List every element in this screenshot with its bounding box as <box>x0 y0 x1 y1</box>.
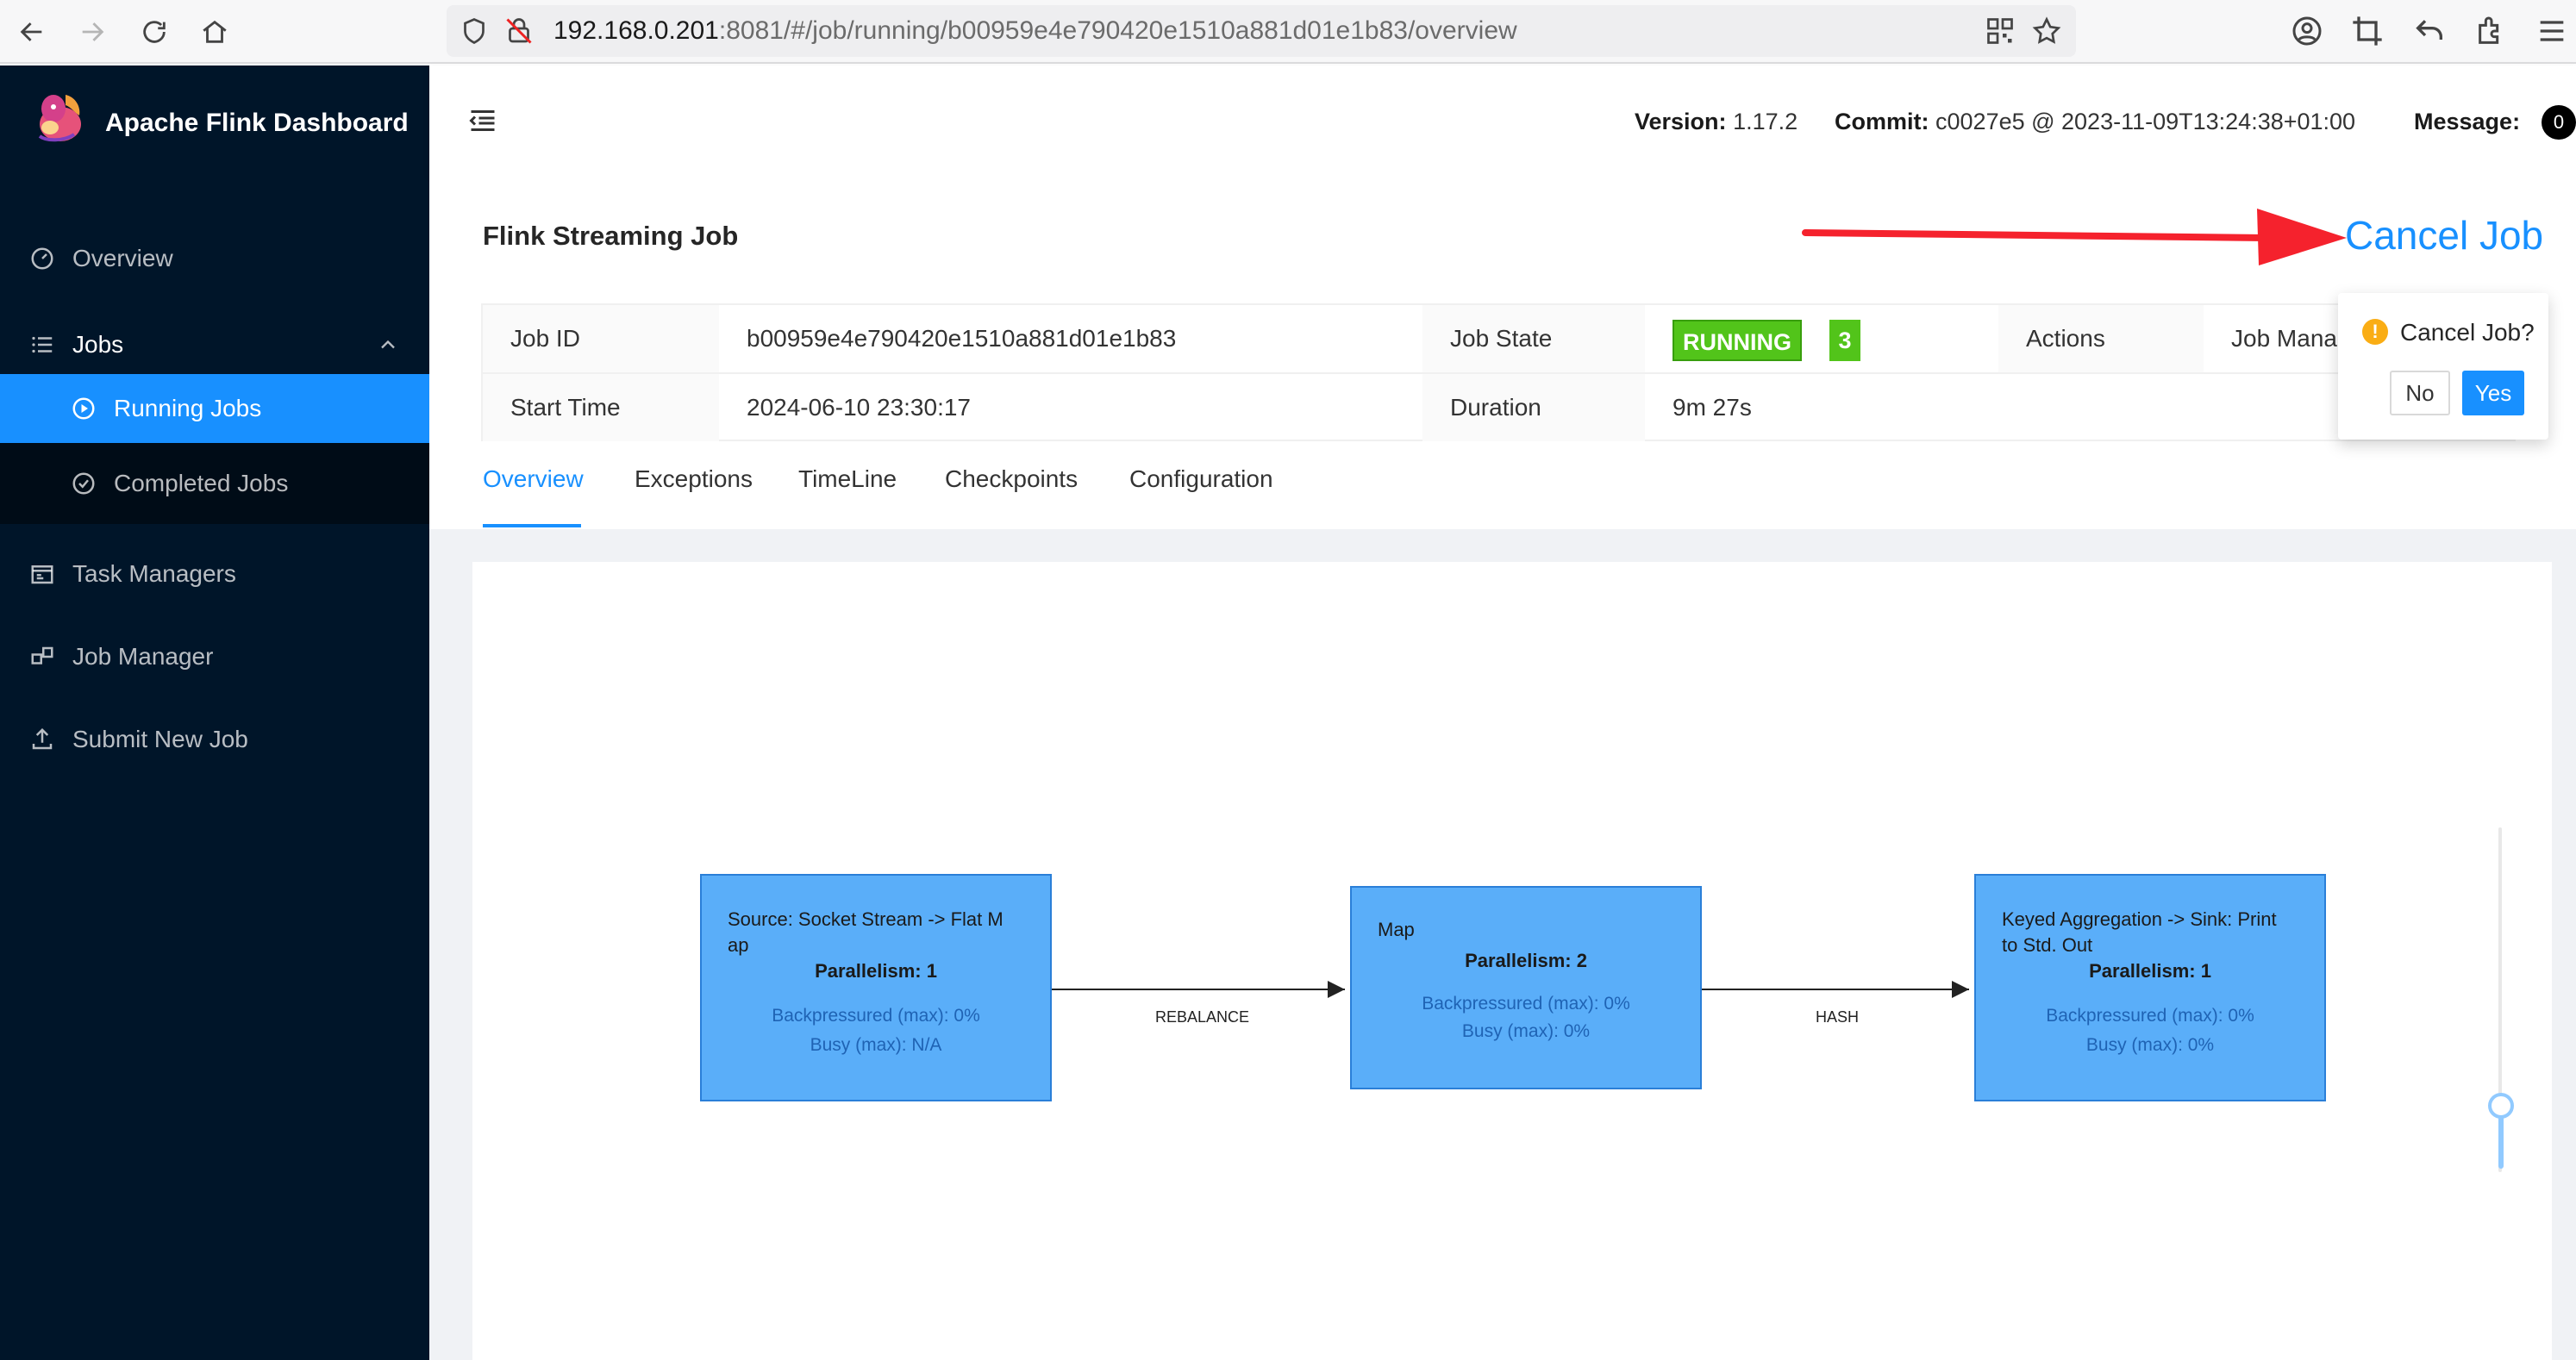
node-parallelism: Parallelism: 1 <box>815 960 937 982</box>
node-backpressure: Backpressured (max): 0% <box>1422 994 1630 1014</box>
node-title: Map <box>1378 919 1415 940</box>
graph-edges <box>1052 981 1969 998</box>
zoom-slider-handle[interactable] <box>2488 1093 2514 1119</box>
node-title: Source: Socket Stream -> Flat M <box>728 908 1004 930</box>
graph-node-keyed-aggregation[interactable]: Keyed Aggregation -> Sink: Print to Std.… <box>1974 874 2326 1101</box>
node-backpressure: Backpressured (max): 0% <box>2046 1006 2254 1026</box>
node-busy: Busy (max): 0% <box>1461 1021 1591 1041</box>
node-backpressure: Backpressured (max): 0% <box>772 1006 980 1026</box>
node-title: Keyed Aggregation -> Sink: Print <box>2002 908 2277 930</box>
edge-label-hash: HASH <box>1816 1008 1860 1026</box>
node-parallelism: Parallelism: 2 <box>1465 950 1587 971</box>
graph-node-source[interactable]: Source: Socket Stream -> Flat M ap Paral… <box>700 874 1052 1101</box>
node-parallelism: Parallelism: 1 <box>2089 960 2211 982</box>
node-busy: Busy (max): 0% <box>2085 1035 2215 1055</box>
edge-label-rebalance: REBALANCE <box>1155 1008 1250 1026</box>
node-title-continued: to Std. Out <box>2002 934 2093 956</box>
graph-node-map[interactable]: Map Parallelism: 2 Backpressured (max): … <box>1350 886 1702 1089</box>
node-busy: Busy (max): N/A <box>810 1035 942 1055</box>
node-title-continued: ap <box>728 934 749 956</box>
